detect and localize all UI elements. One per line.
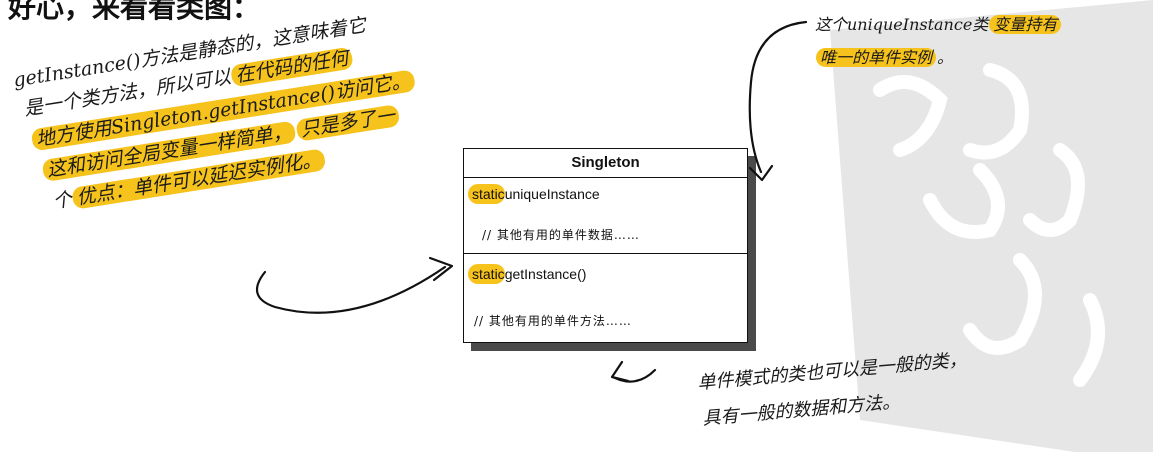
bottom-arrow-head (610, 360, 630, 383)
top-right-arrow (748, 20, 808, 174)
arrows-layer (255, 20, 808, 383)
left-arrow (255, 265, 447, 314)
